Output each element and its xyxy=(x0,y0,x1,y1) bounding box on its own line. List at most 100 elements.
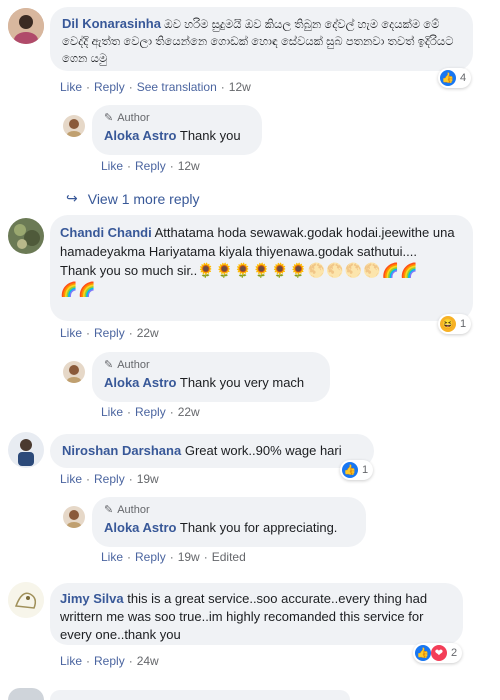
reply-author-name[interactable]: Aloka Astro xyxy=(104,128,176,143)
next-comment-bubble-partial xyxy=(50,690,350,700)
separator: · xyxy=(127,159,132,173)
reply-text: Thank you for appreciating. xyxy=(179,520,338,535)
timestamp[interactable]: 24w xyxy=(137,654,159,668)
avatar[interactable] xyxy=(63,506,85,528)
see-translation-link[interactable]: See translation xyxy=(137,80,217,94)
comment-author-name[interactable]: Chandi Chandi xyxy=(60,225,152,240)
reaction-number: 4 xyxy=(460,72,467,84)
avatar[interactable] xyxy=(63,361,85,383)
like-link[interactable]: Like xyxy=(101,159,123,173)
like-link[interactable]: Like xyxy=(60,654,82,668)
reply-link[interactable]: Reply xyxy=(94,80,125,94)
pencil-icon: ✎ xyxy=(104,504,114,516)
reply-actions: Like · Reply · 12w xyxy=(101,159,200,173)
comment-bubble: Jimy Silva this is a great service..soo … xyxy=(50,583,463,645)
reply-link[interactable]: Reply xyxy=(135,405,166,419)
like-reaction-icon: 👍 xyxy=(440,70,456,86)
reply-arrow-icon: ↪ xyxy=(66,190,78,206)
reaction-count[interactable]: 😆 1 xyxy=(438,314,472,334)
reaction-count[interactable]: 👍 1 xyxy=(340,460,374,480)
timestamp[interactable]: 12w xyxy=(178,159,200,173)
avatar[interactable] xyxy=(8,582,44,618)
reply-bubble: ✎ Author Aloka Astro Thank you for apprec… xyxy=(92,497,366,547)
avatar[interactable] xyxy=(8,432,44,468)
author-badge-label: Author xyxy=(117,504,150,516)
pencil-icon: ✎ xyxy=(104,359,114,371)
comment-bubble: Niroshan Darshana Great work..90% wage h… xyxy=(50,434,374,468)
comment-actions: Like · Reply · 24w xyxy=(60,654,159,668)
separator: · xyxy=(128,326,133,340)
reaction-number: 1 xyxy=(460,318,467,330)
reply-link[interactable]: Reply xyxy=(135,550,166,564)
author-badge-label: Author xyxy=(117,112,150,124)
separator: · xyxy=(128,472,133,486)
author-badge: ✎ Author xyxy=(104,111,250,125)
comment-actions: Like · Reply · 22w xyxy=(60,326,159,340)
like-reaction-icon: 👍 xyxy=(415,645,431,661)
like-link[interactable]: Like xyxy=(60,80,82,94)
separator: · xyxy=(220,80,225,94)
separator: · xyxy=(128,80,133,94)
separator: · xyxy=(169,159,174,173)
timestamp[interactable]: 12w xyxy=(229,80,251,94)
separator: · xyxy=(86,654,91,668)
comment-author-name[interactable]: Dil Konarasinha xyxy=(62,16,161,31)
reply-link[interactable]: Reply xyxy=(135,159,166,173)
next-comment-partial xyxy=(8,688,44,700)
timestamp[interactable]: 22w xyxy=(178,405,200,419)
separator: · xyxy=(127,550,132,564)
like-link[interactable]: Like xyxy=(60,472,82,486)
author-badge: ✎ Author xyxy=(104,358,318,372)
comment-bubble: Dil Konarasinha ඔව හරිම සුදුමයි ඔව කියල … xyxy=(50,7,473,71)
reply-text: Thank you very mach xyxy=(179,375,305,390)
reply-link[interactable]: Reply xyxy=(94,326,125,340)
comment-text: Great work..90% wage hari xyxy=(184,443,342,458)
reply-bubble: ✎ Author Aloka Astro Thank you xyxy=(92,105,262,155)
reply-actions: Like · Reply · 22w xyxy=(101,405,200,419)
timestamp[interactable]: 19w xyxy=(178,550,200,564)
reaction-number: 1 xyxy=(362,464,369,476)
like-link[interactable]: Like xyxy=(101,405,123,419)
haha-reaction-icon: 😆 xyxy=(440,316,456,332)
comment-actions: Like · Reply · See translation · 12w xyxy=(60,80,251,94)
pencil-icon: ✎ xyxy=(104,112,114,124)
view-more-replies-link[interactable]: ↪ View 1 more reply xyxy=(66,190,200,207)
timestamp[interactable]: 22w xyxy=(137,326,159,340)
like-reaction-icon: 👍 xyxy=(342,462,358,478)
like-link[interactable]: Like xyxy=(60,326,82,340)
separator: · xyxy=(203,550,208,564)
separator: · xyxy=(128,654,133,668)
reaction-number: 2 xyxy=(451,647,458,659)
author-badge-label: Author xyxy=(117,359,150,371)
comment-actions: Like · Reply · 19w xyxy=(60,472,159,486)
avatar[interactable] xyxy=(8,8,44,44)
avatar[interactable] xyxy=(63,115,85,137)
emoji-row: 🌻🌻🌻🌻🌻🌻🌕🌕🌕🌕🌈🌈 xyxy=(197,262,419,278)
avatar[interactable] xyxy=(8,218,44,254)
reply-author-name[interactable]: Aloka Astro xyxy=(104,375,176,390)
separator: · xyxy=(86,472,91,486)
author-badge: ✎ Author xyxy=(104,503,354,517)
reply-link[interactable]: Reply xyxy=(94,654,125,668)
edited-label[interactable]: Edited xyxy=(212,550,246,564)
reaction-count[interactable]: 👍 4 xyxy=(438,68,472,88)
separator: · xyxy=(86,80,91,94)
comment-bubble: Chandi Chandi Atthatama hoda sewawak.god… xyxy=(50,215,473,321)
separator: · xyxy=(86,326,91,340)
reply-author-name[interactable]: Aloka Astro xyxy=(104,520,176,535)
comment-author-name[interactable]: Niroshan Darshana xyxy=(62,443,181,458)
separator: · xyxy=(169,550,174,564)
emoji-row-2: 🌈🌈 xyxy=(60,281,97,297)
reaction-count[interactable]: 👍 ❤ 2 xyxy=(413,643,463,663)
reply-bubble: ✎ Author Aloka Astro Thank you very mach xyxy=(92,352,330,402)
separator: · xyxy=(169,405,174,419)
comment-author-name[interactable]: Jimy Silva xyxy=(60,591,124,606)
timestamp[interactable]: 19w xyxy=(137,472,159,486)
reply-text: Thank you xyxy=(179,128,241,143)
like-link[interactable]: Like xyxy=(101,550,123,564)
reply-actions: Like · Reply · 19w · Edited xyxy=(101,550,246,564)
separator: · xyxy=(127,405,132,419)
comment-text-2: Thank you so much sir.. xyxy=(60,263,198,278)
view-more-label: View 1 more reply xyxy=(87,190,200,207)
reply-link[interactable]: Reply xyxy=(94,472,125,486)
